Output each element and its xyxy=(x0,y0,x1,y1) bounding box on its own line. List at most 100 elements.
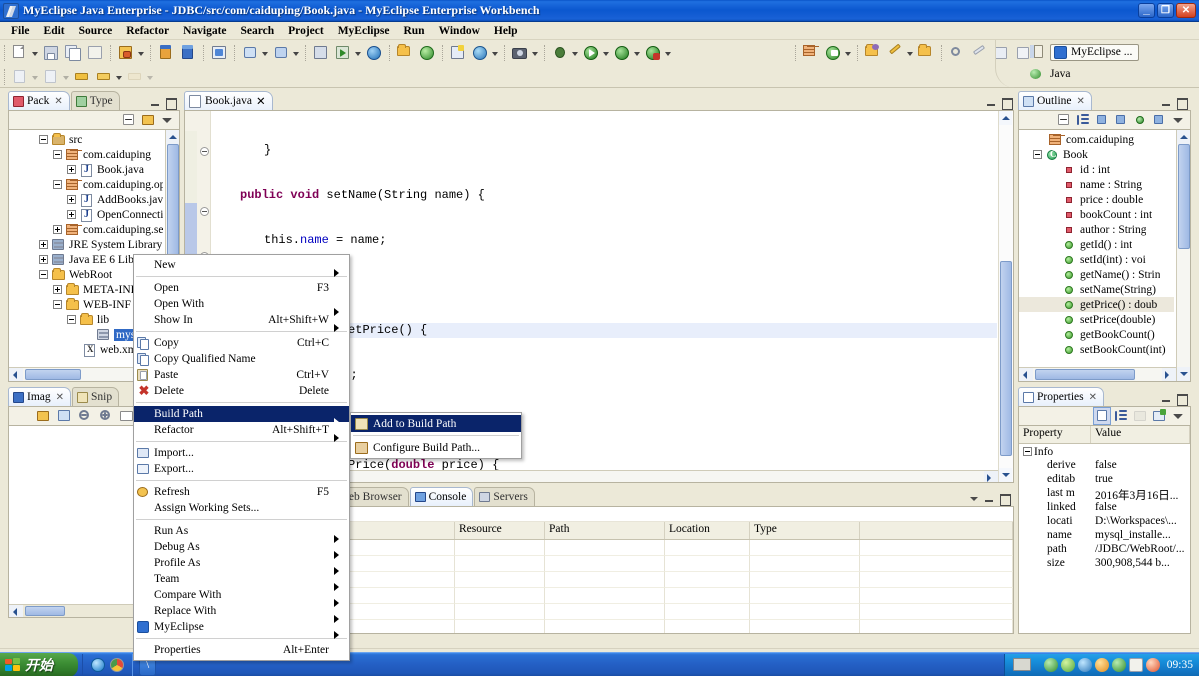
run-config-icon[interactable] xyxy=(643,43,663,63)
db-browser-dropdown-arrow[interactable] xyxy=(292,43,301,63)
expander-icon[interactable] xyxy=(67,315,76,324)
menu-item-copy-qualified-name[interactable]: Copy Qualified Name xyxy=(134,351,349,367)
column-header-type[interactable]: Type xyxy=(750,522,860,539)
tab-package-explorer[interactable]: Pack ✕ xyxy=(8,91,70,110)
scroll-right-icon[interactable] xyxy=(984,471,998,482)
tab-outline[interactable]: Outline ✕ xyxy=(1018,91,1092,110)
outline-item[interactable]: getBookCount() xyxy=(1019,327,1174,342)
outline-item[interactable]: setBookCount(int) xyxy=(1019,342,1174,357)
expander-icon[interactable] xyxy=(67,165,76,174)
pencil-dropdown-arrow[interactable] xyxy=(906,43,915,63)
menu-item-copy[interactable]: Copy Ctrl+C xyxy=(134,335,349,351)
qq-icon[interactable] xyxy=(1145,657,1160,672)
outline-item[interactable]: id : int xyxy=(1019,162,1174,177)
outline-item[interactable]: getId() : int xyxy=(1019,237,1174,252)
new-package-icon[interactable] xyxy=(801,43,821,63)
new-dropdown-arrow[interactable] xyxy=(31,43,40,63)
menu-item-myeclipse[interactable]: MyEclipse xyxy=(134,619,349,639)
minimize-button[interactable]: _ xyxy=(1138,3,1155,18)
view-menu-icon[interactable] xyxy=(1170,408,1186,424)
hide-local-icon[interactable] xyxy=(1151,112,1167,128)
properties-group-row[interactable]: Info xyxy=(1019,444,1190,459)
expander-icon[interactable] xyxy=(53,300,62,309)
menu-item-assign-working-sets[interactable]: Assign Working Sets... xyxy=(134,500,349,516)
tab-servers[interactable]: Servers xyxy=(474,487,535,506)
external-tools-dropdown-arrow[interactable] xyxy=(491,43,500,63)
maximize-editor-icon[interactable] xyxy=(1001,97,1013,110)
expander-icon[interactable] xyxy=(53,285,62,294)
menu-item-compare-with[interactable]: Compare With xyxy=(134,587,349,607)
zoom-in-icon[interactable] xyxy=(98,408,114,424)
perspective-java-row[interactable]: Java xyxy=(1027,64,1196,84)
menu-item-show-in[interactable]: Show In Alt+Shift+W xyxy=(134,312,349,332)
menu-item-import[interactable]: Import... xyxy=(134,445,349,461)
table-row[interactable]: name mysql_installe... xyxy=(1019,529,1190,543)
music-icon[interactable] xyxy=(1077,657,1092,672)
hide-static-icon[interactable] xyxy=(1113,112,1129,128)
tab-type-hierarchy[interactable]: Type xyxy=(70,91,120,110)
db-browser-icon[interactable] xyxy=(271,43,291,63)
menu-item-replace-with[interactable]: Replace With xyxy=(134,603,349,623)
perspective-myeclipse-button[interactable]: MyEclipse ... xyxy=(1050,43,1140,61)
restore-button[interactable]: ❐ xyxy=(1157,3,1174,18)
table-row[interactable]: derive false xyxy=(1019,459,1190,473)
close-icon[interactable]: ✕ xyxy=(1077,96,1085,107)
menu-item-debug-as[interactable]: Debug As xyxy=(134,539,349,559)
properties-table[interactable]: Property Value Info derive false editab tr… xyxy=(1018,425,1191,634)
annotation-icon[interactable] xyxy=(969,43,989,63)
run-icon[interactable] xyxy=(581,43,601,63)
maximize-view-icon[interactable] xyxy=(1176,393,1188,406)
outline-item[interactable]: setName(String) xyxy=(1019,282,1174,297)
run-server-green-icon[interactable] xyxy=(333,43,353,63)
open-folder-icon[interactable] xyxy=(395,43,415,63)
outline-item[interactable]: price : double xyxy=(1019,192,1174,207)
build-icon[interactable] xyxy=(116,43,136,63)
close-button[interactable]: ✕ xyxy=(1176,3,1196,18)
table-row[interactable]: size 300,908,544 b... xyxy=(1019,557,1190,571)
menu-item-profile-as[interactable]: Profile As xyxy=(134,555,349,575)
outline-vscrollbar[interactable] xyxy=(1176,130,1190,381)
git-dropdown-arrow[interactable] xyxy=(844,43,853,63)
scroll-left-icon[interactable] xyxy=(1019,368,1033,381)
submenu-item-add-to-build-path[interactable]: Add to Build Path xyxy=(351,415,521,432)
table-row[interactable]: path/JDBC/WebRoot/... xyxy=(1019,543,1190,557)
open-browser-icon[interactable] xyxy=(364,43,384,63)
tab-properties[interactable]: Properties ✕ xyxy=(1018,387,1105,406)
new-web-project-icon[interactable] xyxy=(178,43,198,63)
close-icon[interactable]: ✕ xyxy=(54,96,62,107)
view-menu-icon[interactable] xyxy=(159,112,175,128)
menu-item-paste[interactable]: Paste Ctrl+V xyxy=(134,367,349,383)
outline-item[interactable]: com.caiduping xyxy=(1019,132,1174,147)
debug-dropdown-arrow[interactable] xyxy=(571,43,580,63)
menu-file[interactable]: File xyxy=(4,24,37,38)
scroll-right-icon[interactable] xyxy=(1162,368,1176,381)
column-header-value[interactable]: Value xyxy=(1091,426,1190,443)
minimize-view-icon[interactable] xyxy=(1161,97,1172,108)
refresh-icon[interactable] xyxy=(35,408,51,424)
tab-console[interactable]: Console xyxy=(409,487,474,506)
outline-item[interactable]: getName() : Strin xyxy=(1019,267,1174,282)
expander-icon[interactable] xyxy=(1033,150,1042,159)
table-row[interactable]: locati D:\Workspaces\... xyxy=(1019,515,1190,529)
menu-help[interactable]: Help xyxy=(487,24,525,38)
sort-icon[interactable] xyxy=(1113,408,1129,424)
tree-item[interactable]: OpenConnectio xyxy=(9,207,163,222)
print-icon[interactable] xyxy=(85,43,105,63)
menu-item-open[interactable]: Open F3 xyxy=(134,280,349,296)
expander-icon[interactable] xyxy=(39,255,48,264)
menu-search[interactable]: Search xyxy=(234,24,282,38)
network-icon[interactable] xyxy=(1043,657,1058,672)
column-header-path[interactable]: Path xyxy=(545,522,665,539)
outline-item[interactable]: bookCount : int xyxy=(1019,207,1174,222)
back-icon[interactable] xyxy=(72,67,92,87)
external-tools-icon[interactable] xyxy=(470,43,490,63)
snapshot-dropdown-arrow[interactable] xyxy=(531,43,540,63)
search-icon[interactable] xyxy=(947,43,967,63)
minimize-view-icon[interactable] xyxy=(984,493,995,504)
menu-navigate[interactable]: Navigate xyxy=(176,24,233,38)
expander-icon[interactable] xyxy=(53,225,62,234)
scroll-up-icon[interactable] xyxy=(1177,130,1190,144)
hide-nonpublic-icon[interactable] xyxy=(1132,112,1148,128)
column-header-location[interactable]: Location xyxy=(665,522,750,539)
run-server-icon[interactable] xyxy=(311,43,331,63)
